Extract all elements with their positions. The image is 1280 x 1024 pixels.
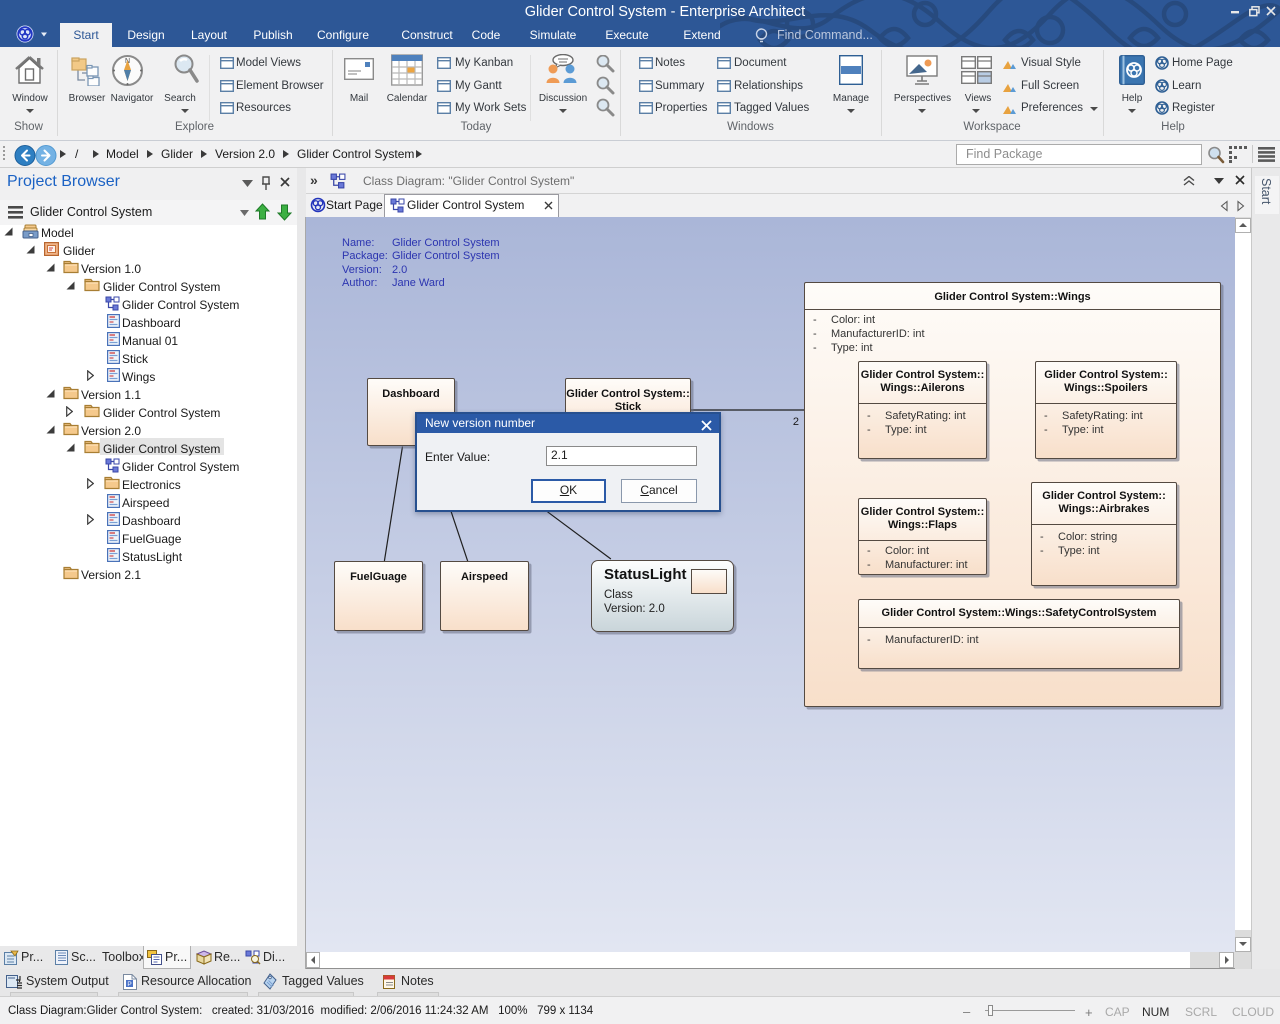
svg-text:2: 2 xyxy=(793,416,799,428)
svg-text:P: P xyxy=(127,981,131,988)
